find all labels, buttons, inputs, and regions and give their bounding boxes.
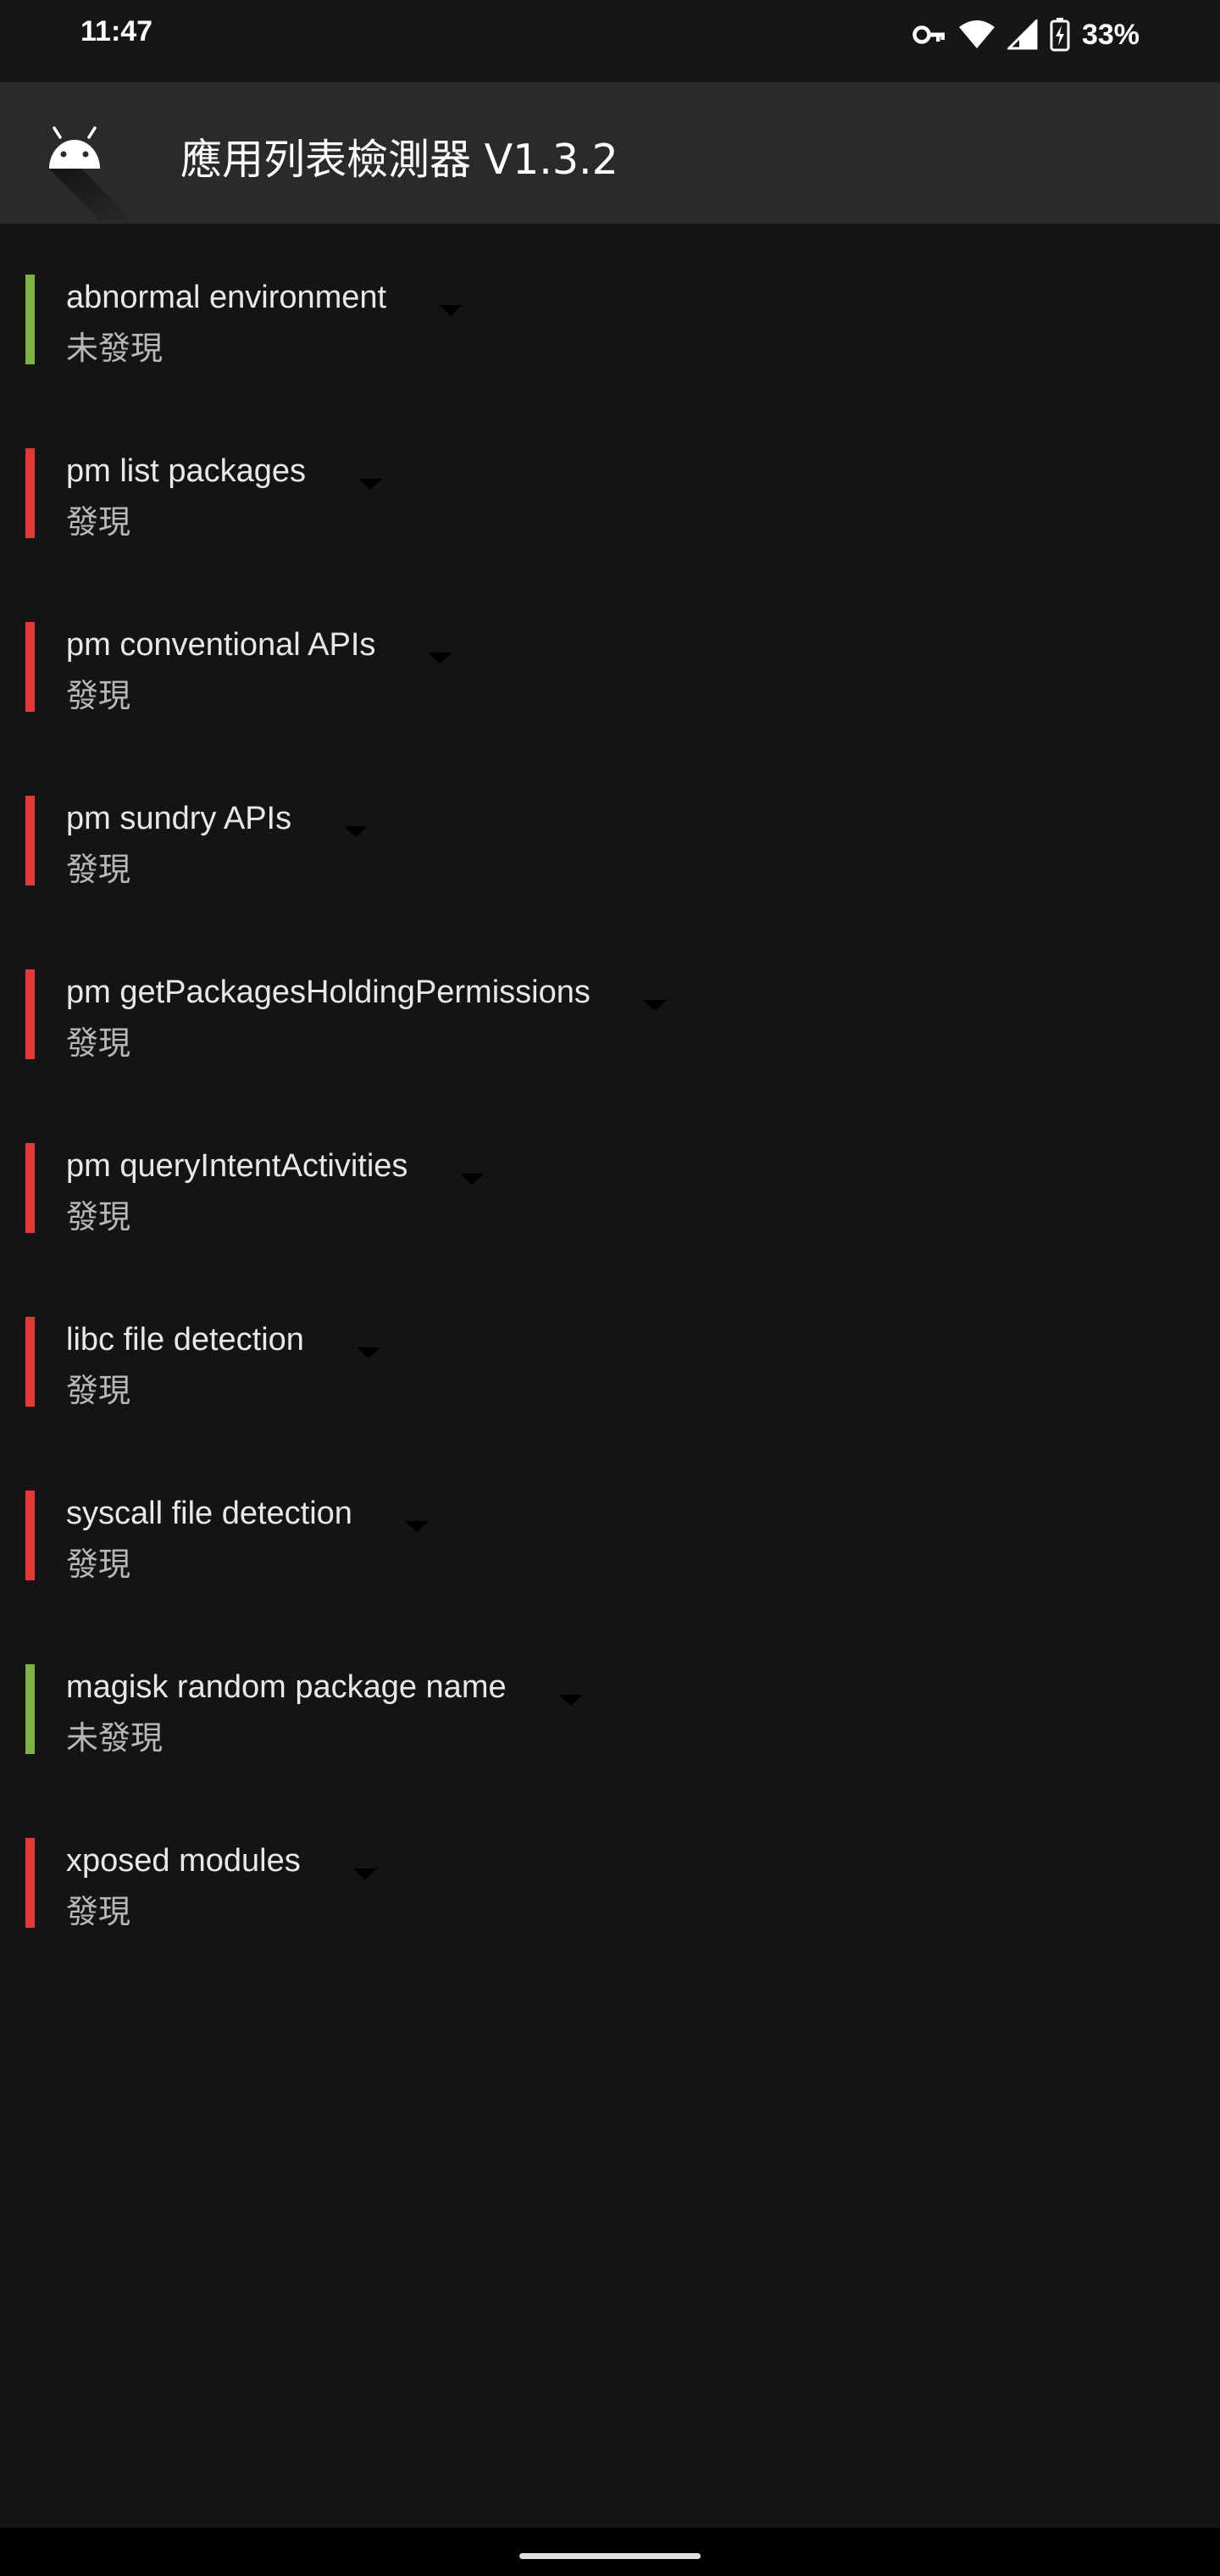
check-item[interactable]: pm queryIntentActivities 發現: [0, 1092, 1220, 1266]
check-title-text: xposed modules: [66, 1843, 301, 1879]
expand-caret-icon[interactable]: [428, 652, 452, 663]
wifi-icon: [958, 19, 995, 50]
check-title: xposed modules: [66, 1843, 377, 1879]
check-status: 發現: [66, 1372, 131, 1409]
cellular-signal-icon: [1006, 19, 1038, 50]
expand-caret-icon[interactable]: [439, 305, 463, 316]
battery-charging-icon: [1050, 18, 1070, 52]
check-item[interactable]: pm list packages 發現: [0, 397, 1220, 571]
check-status: 未發現: [66, 1719, 164, 1757]
app-screen: 11:47 33% 應用列表檢測器 V1.3.2 abnormal enviro…: [0, 0, 1220, 2576]
check-title-text: syscall file detection: [66, 1496, 352, 1531]
status-indicator-bar: [25, 448, 35, 538]
check-status: 發現: [66, 1546, 131, 1583]
check-list: abnormal environment 未發現 pm list packages 發…: [0, 224, 1220, 1961]
expand-caret-icon[interactable]: [352, 1868, 377, 1879]
expand-caret-icon[interactable]: [642, 1000, 667, 1011]
check-item[interactable]: pm getPackagesHoldingPermissions 發現: [0, 919, 1220, 1092]
app-title: 應用列表檢測器 V1.3.2: [180, 136, 618, 184]
check-status: 發現: [66, 1024, 131, 1062]
check-title: pm conventional APIs: [66, 627, 452, 663]
check-title: abnormal environment: [66, 280, 463, 316]
check-title-text: pm queryIntentActivities: [66, 1148, 408, 1184]
app-bar: 應用列表檢測器 V1.3.2: [0, 82, 1220, 224]
expand-caret-icon[interactable]: [460, 1174, 485, 1185]
status-indicator-bar: [25, 1317, 35, 1407]
check-title-text: libc file detection: [66, 1322, 304, 1357]
check-item[interactable]: abnormal environment 未發現: [0, 224, 1220, 397]
check-item[interactable]: pm conventional APIs 發現: [0, 571, 1220, 745]
check-status: 發現: [66, 677, 131, 714]
check-title: syscall file detection: [66, 1496, 429, 1532]
status-indicator-bar: [25, 622, 35, 712]
status-bar: 11:47 33%: [0, 0, 1220, 82]
status-indicator-bar: [25, 796, 35, 886]
check-item[interactable]: syscall file detection 發現: [0, 1440, 1220, 1613]
check-title-text: magisk random package name: [66, 1669, 507, 1705]
check-title-text: pm list packages: [66, 453, 307, 489]
status-icons: 33%: [912, 14, 1140, 56]
vpn-key-icon: [912, 24, 946, 46]
check-title: pm queryIntentActivities: [66, 1148, 485, 1185]
status-indicator-bar: [25, 969, 35, 1059]
check-status: 未發現: [66, 330, 164, 367]
check-status: 發現: [66, 851, 131, 888]
android-icon: [34, 116, 152, 224]
check-title-text: pm conventional APIs: [66, 627, 376, 663]
check-title: pm sundry APIs: [66, 801, 369, 837]
home-gesture-handle[interactable]: [519, 2553, 701, 2559]
battery-percent: 33%: [1081, 18, 1140, 51]
check-title: libc file detection: [66, 1322, 380, 1358]
expand-caret-icon[interactable]: [358, 479, 383, 490]
check-status: 發現: [66, 1198, 131, 1235]
check-title-text: abnormal environment: [66, 280, 387, 315]
status-indicator-bar: [25, 275, 35, 364]
check-status: 發現: [66, 503, 131, 541]
expand-caret-icon[interactable]: [356, 1347, 380, 1358]
expand-caret-icon[interactable]: [344, 826, 369, 837]
status-indicator-bar: [25, 1838, 35, 1928]
check-status: 發現: [66, 1893, 131, 1930]
check-item[interactable]: pm sundry APIs 發現: [0, 745, 1220, 919]
check-item[interactable]: magisk random package name 未發現: [0, 1613, 1220, 1787]
check-title: magisk random package name: [66, 1669, 583, 1706]
check-item[interactable]: xposed modules 發現: [0, 1787, 1220, 1961]
status-indicator-bar: [25, 1143, 35, 1233]
check-title-text: pm getPackagesHoldingPermissions: [66, 974, 591, 1010]
status-time: 11:47: [80, 15, 153, 47]
check-title: pm list packages: [66, 453, 383, 490]
expand-caret-icon[interactable]: [558, 1695, 583, 1706]
status-indicator-bar: [25, 1491, 35, 1580]
status-indicator-bar: [25, 1664, 35, 1754]
check-item[interactable]: libc file detection 發現: [0, 1266, 1220, 1440]
check-title: pm getPackagesHoldingPermissions: [66, 974, 667, 1011]
navigation-bar: [0, 2528, 1220, 2576]
expand-caret-icon[interactable]: [404, 1521, 429, 1532]
check-title-text: pm sundry APIs: [66, 801, 292, 836]
